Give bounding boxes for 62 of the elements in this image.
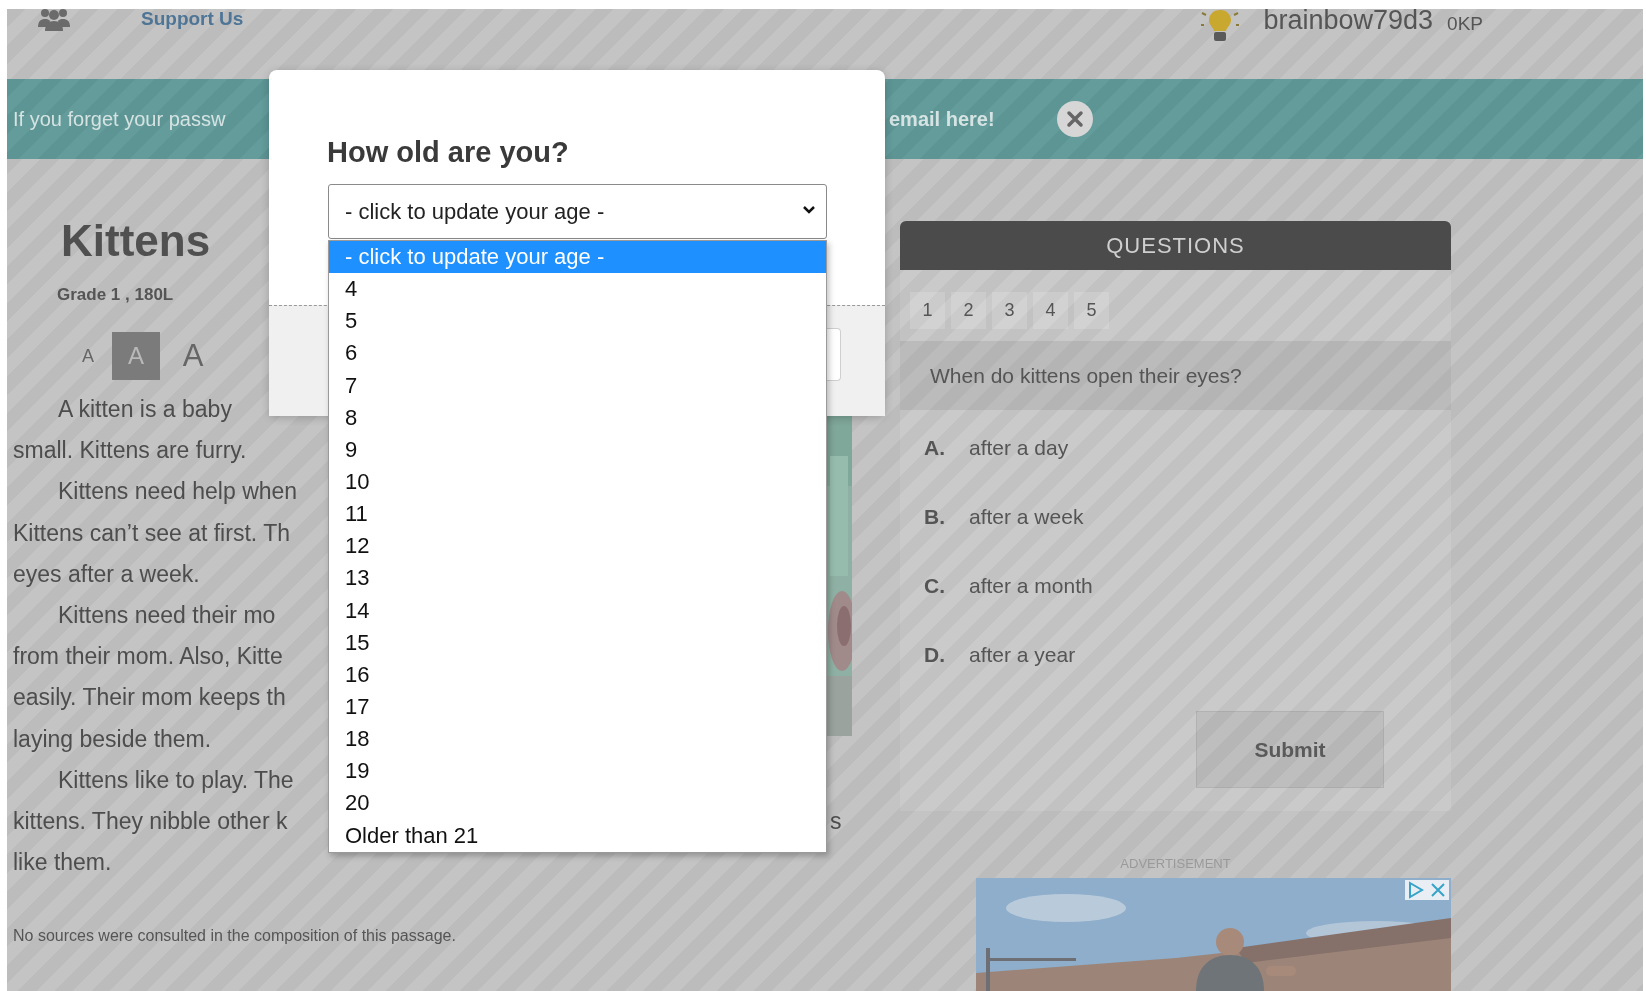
dropdown-option[interactable]: 13 xyxy=(329,562,826,595)
dropdown-option[interactable]: 12 xyxy=(329,530,826,563)
passage-line: Kittens like to play. The xyxy=(58,765,294,795)
dropdown-option[interactable]: 10 xyxy=(329,466,826,499)
passage-line: easily. Their mom keeps th xyxy=(13,683,286,713)
passage-line: A kitten is a baby xyxy=(58,395,232,424)
option-letter: D. xyxy=(923,642,946,667)
dropdown-option[interactable]: 5 xyxy=(329,305,826,338)
dropdown-option[interactable]: 19 xyxy=(329,755,826,788)
passage-line: eyes after a week. xyxy=(13,559,200,589)
dropdown-option[interactable]: 20 xyxy=(329,787,826,820)
age-select[interactable]: - click to update your age - xyxy=(328,184,827,239)
passage-line: like them. xyxy=(13,848,112,878)
passage-line: Kittens need help when xyxy=(58,477,298,507)
username: brainbow79d3 xyxy=(1263,9,1434,31)
answer-option[interactable]: after a month xyxy=(969,573,1093,598)
question-tab[interactable]: 5 xyxy=(1074,292,1109,329)
option-letter: C. xyxy=(923,573,946,598)
question-tab[interactable]: 1 xyxy=(910,292,945,329)
close-icon[interactable] xyxy=(1427,880,1449,900)
adchoices-icon[interactable] xyxy=(1405,880,1427,900)
passage-line: Kittens need their mo xyxy=(58,600,276,630)
article-title: Kittens xyxy=(61,215,211,267)
dropdown-option[interactable]: Older than 21 xyxy=(329,819,826,852)
people-icon xyxy=(37,9,71,31)
answer-option[interactable]: after a year xyxy=(969,642,1076,667)
dropdown-option[interactable]: 14 xyxy=(329,594,826,627)
points-label: 0KP xyxy=(1447,13,1483,35)
passage-fragment: s xyxy=(830,806,842,836)
panel-header: QUESTIONS xyxy=(900,221,1451,270)
answer-option[interactable]: after a week xyxy=(969,504,1084,529)
chevron-icon xyxy=(802,205,816,215)
grade-label: Grade 1 , 180L xyxy=(57,285,174,305)
dropdown-option[interactable]: 16 xyxy=(329,658,826,691)
dropdown-option[interactable]: 7 xyxy=(329,369,826,402)
dropdown-option[interactable]: 6 xyxy=(329,337,826,370)
passage-line: Kittens can’t see at first. Th xyxy=(13,518,290,548)
dropdown-option[interactable]: 8 xyxy=(329,401,826,434)
dropdown-option[interactable]: 11 xyxy=(329,498,826,531)
dropdown-option[interactable]: 18 xyxy=(329,723,826,756)
option-letter: A. xyxy=(923,435,946,460)
source-note: No sources were consulted in the composition of this passage. xyxy=(12,927,457,946)
submit-button[interactable]: Submit xyxy=(1196,711,1384,788)
dropdown-option[interactable]: 17 xyxy=(329,690,826,724)
dropdown-option[interactable]: 15 xyxy=(329,626,826,659)
question-tab[interactable]: 4 xyxy=(1033,292,1068,329)
passage-line: small. Kittens are furry. xyxy=(13,436,247,466)
question-tab[interactable]: 2 xyxy=(951,292,986,329)
passage-line: from their mom. Also, Kitte xyxy=(13,642,283,672)
option-letter: B. xyxy=(923,504,946,529)
banner-text: If you forget your passw xyxy=(12,107,227,131)
passage-line: laying beside them. xyxy=(13,724,212,754)
question-tab[interactable]: 3 xyxy=(992,292,1027,329)
dialog-button[interactable] xyxy=(827,328,841,381)
close-icon[interactable] xyxy=(1056,101,1093,137)
lightbulb-icon xyxy=(1201,9,1240,43)
dialog-title: How old are you? xyxy=(327,135,569,170)
passage-line: kittens. They nibble other k xyxy=(13,806,288,836)
question-text: When do kittens open their eyes? xyxy=(900,341,1451,410)
dropdown-option[interactable]: 9 xyxy=(329,433,826,466)
dropdown-option[interactable]: 4 xyxy=(329,273,826,306)
answer-option[interactable]: after a day xyxy=(969,435,1069,460)
